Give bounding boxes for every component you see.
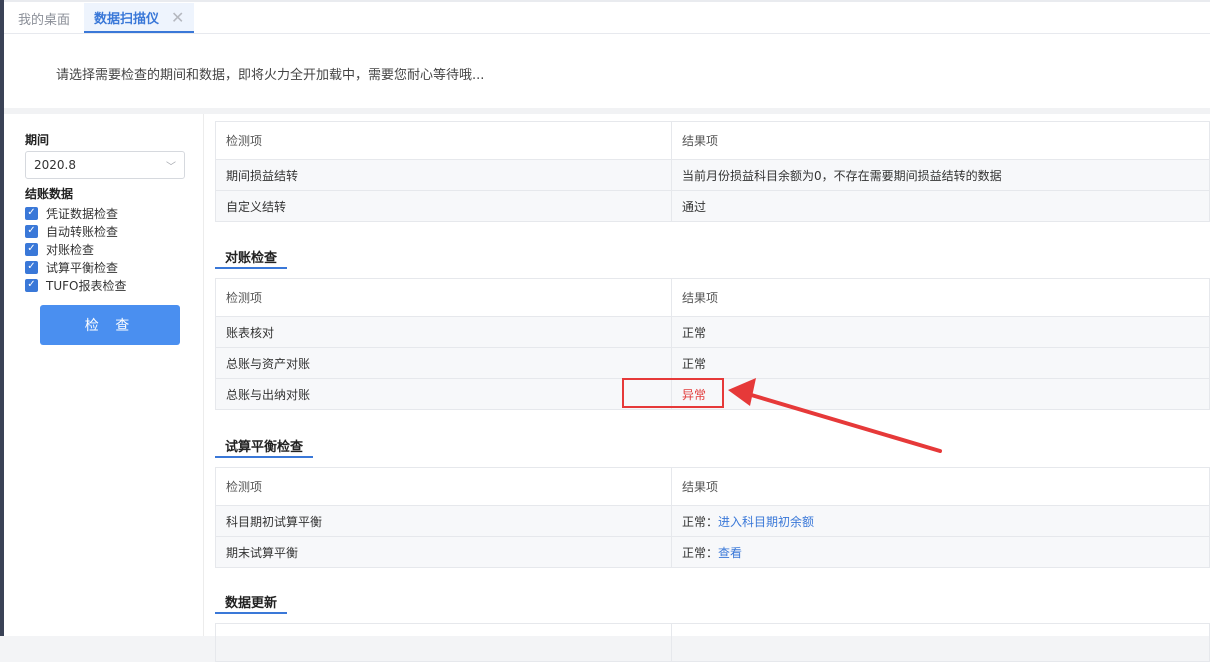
annotation-arrow-icon [728,378,942,453]
app-frame: 我的桌面 数据扫描仪 ✕ 请选择需要检查的期间和数据，即将火力全开加载中，需要您… [0,0,1210,662]
